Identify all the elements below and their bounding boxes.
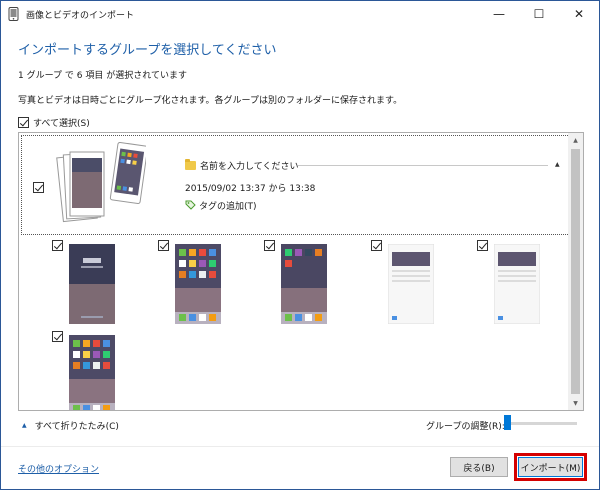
lockscreen-thumbnail	[69, 244, 115, 324]
collapse-group-icon[interactable]: ▲	[555, 161, 560, 168]
group-name-underline	[298, 165, 548, 166]
item-checkbox[interactable]	[371, 240, 382, 251]
checkbox[interactable]	[18, 117, 29, 128]
item-checkbox[interactable]	[52, 240, 63, 251]
group-adjust-slider-track[interactable]	[507, 422, 577, 425]
maximize-button[interactable]: ☐	[519, 1, 559, 27]
import-button-highlight	[514, 453, 587, 481]
scroll-down-icon[interactable]: ▼	[568, 396, 583, 410]
title-bar: 画像とビデオのインポート — ☐ ✕	[1, 1, 599, 27]
group-thumbnail-stack	[56, 142, 146, 223]
folder-icon	[185, 159, 196, 170]
media-item[interactable]	[52, 240, 132, 330]
selection-summary: 1 グループ で 6 項目 が選択されています	[18, 71, 187, 81]
add-tag-link[interactable]: タグの追加(T)	[199, 199, 257, 212]
settings-thumbnail	[388, 244, 434, 324]
group-adjust-label: グループの調整(R):	[426, 422, 505, 432]
scroll-up-icon[interactable]: ▲	[568, 133, 583, 147]
page-title: インポートするグループを選択してください	[18, 43, 277, 58]
group-header[interactable]: 名前を入力してください ▲ 2015/09/02 13:37 から 13:38 …	[21, 135, 570, 235]
media-item[interactable]	[371, 240, 451, 330]
media-item[interactable]	[477, 240, 557, 330]
select-all-label: すべて選択(S)	[33, 119, 90, 129]
homescreen-thumbnail	[69, 335, 115, 410]
select-all-checkbox[interactable]: すべて選択(S)	[18, 116, 90, 129]
chevron-up-icon: ▲	[22, 422, 27, 429]
collapse-all-label: すべて折りたたみ(C)	[34, 422, 119, 432]
close-button[interactable]: ✕	[559, 1, 599, 27]
item-checkbox[interactable]	[52, 331, 63, 342]
media-item[interactable]	[158, 240, 238, 330]
group-list-panel: 名前を入力してください ▲ 2015/09/02 13:37 から 13:38 …	[18, 132, 584, 411]
item-checkbox[interactable]	[158, 240, 169, 251]
homescreen-thumbnail	[175, 244, 221, 324]
group-checkbox[interactable]	[33, 182, 44, 193]
more-options-link[interactable]: その他のオプション	[18, 462, 99, 475]
group-adjust-slider-thumb[interactable]	[504, 415, 511, 430]
collapse-all-button[interactable]: ▲ すべて折りたたみ(C)	[22, 419, 119, 432]
import-dialog-window: 画像とビデオのインポート — ☐ ✕ インポートするグループを選択してください …	[0, 0, 600, 490]
vertical-scrollbar[interactable]: ▲ ▼	[568, 133, 583, 410]
media-item[interactable]	[52, 331, 132, 410]
tag-icon	[185, 200, 196, 210]
settings-thumbnail	[494, 244, 540, 324]
window-title: 画像とビデオのインポート	[26, 11, 135, 21]
homescreen-thumbnail	[281, 244, 327, 324]
item-checkbox[interactable]	[477, 240, 488, 251]
media-item[interactable]	[264, 240, 344, 330]
item-checkbox[interactable]	[264, 240, 275, 251]
footer-divider	[1, 446, 599, 447]
grouping-description: 写真とビデオは日時ごとにグループ化されます。各グループは別のフォルダーに保存され…	[18, 96, 403, 106]
minimize-button[interactable]: —	[479, 1, 519, 27]
scrollbar-thumb[interactable]	[571, 149, 580, 394]
phone-icon	[8, 7, 19, 21]
group-date-range: 2015/09/02 13:37 から 13:38	[185, 184, 316, 194]
group-name-input[interactable]: 名前を入力してください	[200, 159, 298, 172]
back-button[interactable]: 戻る(B)	[450, 457, 508, 477]
